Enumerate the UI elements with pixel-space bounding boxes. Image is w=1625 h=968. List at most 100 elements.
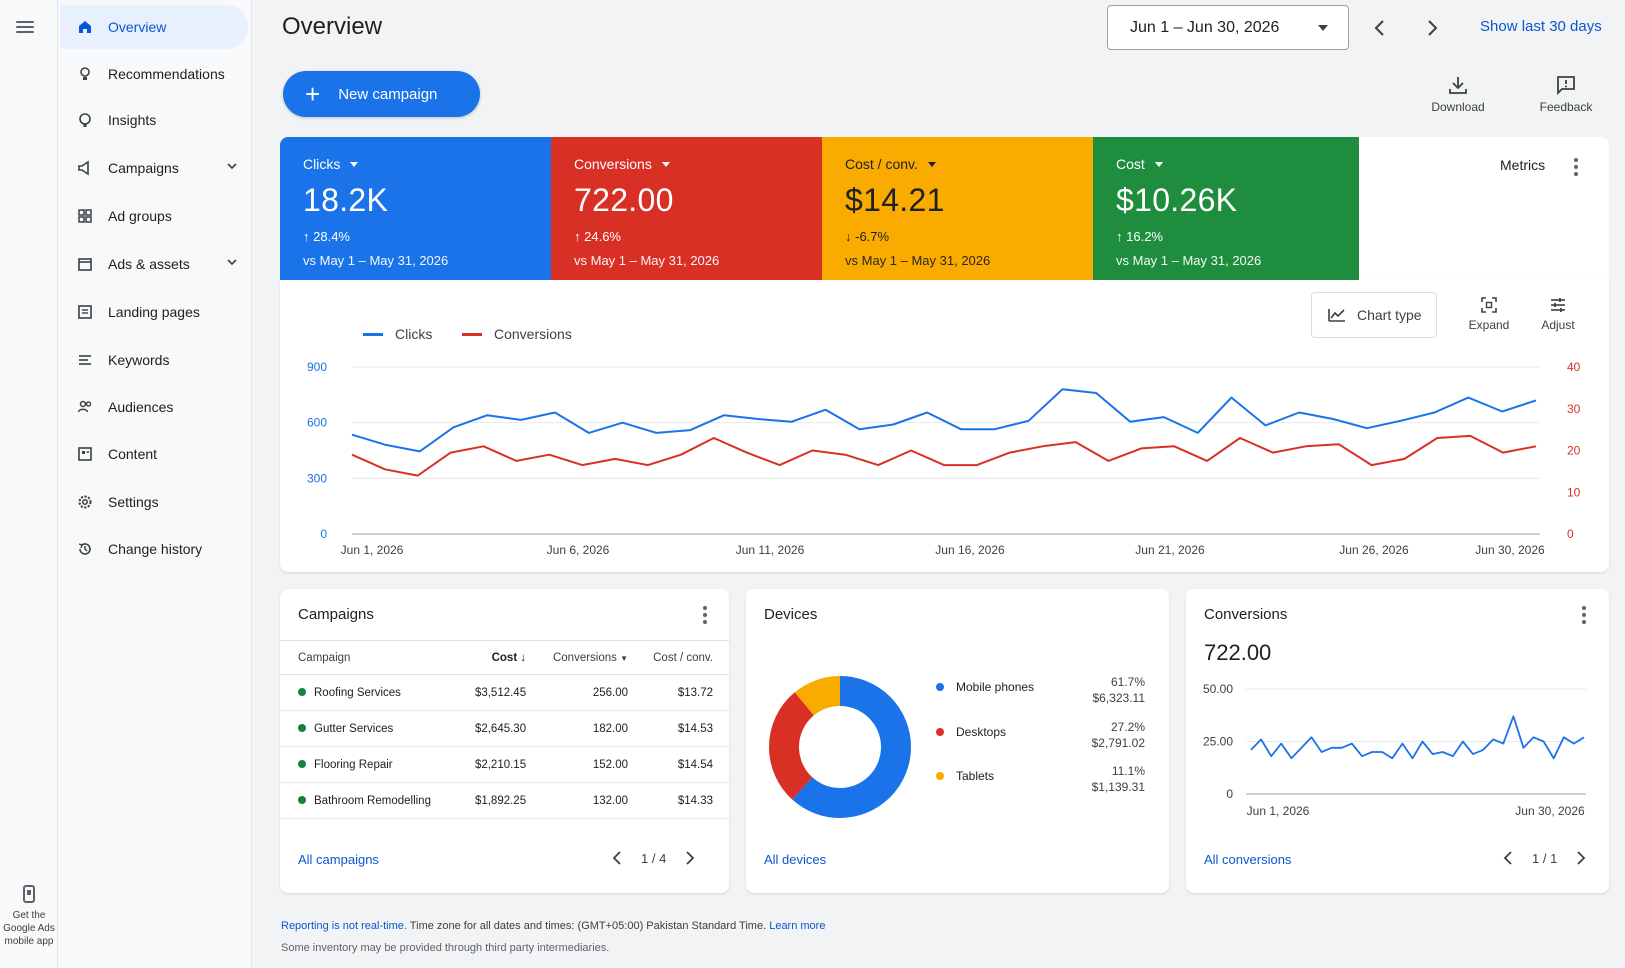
expand-icon <box>1481 297 1497 313</box>
chevron-right-icon[interactable] <box>680 848 700 868</box>
learn-more-link[interactable]: Learn more <box>769 920 825 932</box>
x-tick-label: Jun 16, 2026 <box>935 543 1005 557</box>
status-dot-icon <box>298 760 306 769</box>
y-left-tick-label: 900 <box>307 360 327 374</box>
chevron-left-icon[interactable] <box>607 848 627 868</box>
x-tick-label: Jun 21, 2026 <box>1135 543 1205 557</box>
status-dot-icon <box>298 796 306 805</box>
legend-dot <box>936 772 944 780</box>
campaign-name-cell[interactable]: Bathroom Remodelling <box>280 782 467 819</box>
line-chart-icon <box>1328 309 1345 322</box>
conversions-pager: 1 / 1 <box>1498 848 1591 868</box>
campaign-name: Flooring Repair <box>314 758 393 771</box>
caret-down-icon: ▼ <box>620 653 629 663</box>
conversions-cell: 152.00 <box>542 746 645 783</box>
device-item-mobile: Mobile phones <box>936 680 1034 694</box>
device-percent: 11.1% <box>1111 764 1145 778</box>
page-indicator: 1 / 4 <box>641 850 667 866</box>
series-line-conversions[interactable] <box>351 434 1537 477</box>
table-row[interactable]: Roofing Services $3,512.45 256.00 $13.72 <box>280 674 729 711</box>
y-right-tick-label: 10 <box>1567 485 1581 499</box>
page-indicator: 1 / 1 <box>1532 850 1558 866</box>
campaign-name-cell[interactable]: Roofing Services <box>280 674 467 711</box>
cost-per-conv-cell: $13.72 <box>644 674 729 711</box>
mobile-app-label-2: Google Ads <box>3 923 55 934</box>
footer-inventory-note: Some inventory may be provided through t… <box>281 942 610 954</box>
all-campaigns-link[interactable]: All campaigns <box>298 852 379 867</box>
conversions-cell: 182.00 <box>542 710 645 747</box>
campaign-name-cell[interactable]: Gutter Services <box>280 710 467 747</box>
column-header-cost-per-conv[interactable]: Cost / conv. <box>644 640 729 675</box>
device-values-mobile: 61.7% $6,323.11 <box>1093 674 1146 706</box>
legend-swatch <box>363 332 383 336</box>
campaigns-more-icon[interactable] <box>703 606 707 624</box>
legend-item-clicks[interactable]: Clicks <box>363 326 432 342</box>
device-percent: 61.7% <box>1110 675 1145 689</box>
device-values-desktop: 27.2% $2,791.02 <box>1092 719 1145 751</box>
card-title: Devices <box>764 606 818 623</box>
chevron-left-icon[interactable] <box>1498 848 1518 868</box>
chart-type-button[interactable]: Chart type <box>1311 292 1437 338</box>
campaigns-table: Campaign Cost ↓ Conversions ▼ Cost / con… <box>280 640 729 819</box>
timezone-text: Time zone for all dates and times: (GMT+… <box>406 920 770 932</box>
device-name: Desktops <box>956 725 1007 739</box>
conversions-card: Conversions 722.00 50.00 25.00 0 Jun 1, 202… <box>1186 589 1609 893</box>
cost-cell: $1,892.25 <box>466 782 543 819</box>
all-devices-link[interactable]: All devices <box>764 852 826 867</box>
status-dot-icon <box>298 688 306 697</box>
conversions-mini-chart: 50.00 25.00 0 Jun 1, 2026 Jun 30, 2026 <box>1203 682 1586 818</box>
cost-per-conv-cell: $14.33 <box>644 782 729 819</box>
y-tick-label: 0 <box>1226 787 1233 801</box>
cost-cell: $3,512.45 <box>466 674 543 711</box>
sort-arrow-down-icon: ↓ <box>520 651 527 664</box>
conversions-total: 722.00 <box>1204 640 1272 665</box>
reporting-not-real-time-link[interactable]: Reporting is not real-time. <box>281 920 407 932</box>
y-tick-label: 25.00 <box>1203 735 1233 749</box>
adjust-icon <box>1551 298 1565 312</box>
campaigns-card: Campaigns Campaign Cost ↓ Conversions ▼ … <box>280 589 729 893</box>
y-right-tick-label: 0 <box>1567 527 1574 541</box>
all-conversions-link[interactable]: All conversions <box>1204 852 1291 867</box>
legend-swatch <box>462 332 482 336</box>
y-tick-label: 50.00 <box>1203 682 1233 696</box>
x-tick-label: Jun 6, 2026 <box>547 543 610 557</box>
table-row[interactable]: Gutter Services $2,645.30 182.00 $14.53 <box>280 710 729 747</box>
x-tick-label: Jun 30, 2026 <box>1475 543 1545 557</box>
mobile-app-promo[interactable]: Get the Google Ads mobile app <box>0 885 58 948</box>
column-header-conversions[interactable]: Conversions ▼ <box>542 640 645 675</box>
adjust-label: Adjust <box>1541 318 1575 332</box>
conversions-cell: 132.00 <box>542 782 645 819</box>
column-header-cost[interactable]: Cost ↓ <box>466 640 543 675</box>
mobile-app-label-1: Get the <box>12 910 46 921</box>
devices-card: Devices Mobile phones 61.7% $6,323.11 Des… <box>746 589 1169 893</box>
column-header-label: Cost <box>491 651 518 664</box>
device-percent: 27.2% <box>1110 720 1145 734</box>
expand-label: Expand <box>1468 318 1510 332</box>
card-title: Conversions <box>1204 606 1288 623</box>
cost-cell: $2,210.15 <box>466 746 543 783</box>
table-row[interactable]: Bathroom Remodelling $1,892.25 132.00 $14.3… <box>280 782 729 819</box>
campaign-name-cell[interactable]: Flooring Repair <box>280 746 467 783</box>
adjust-button[interactable]: Adjust <box>1526 294 1590 332</box>
legend-item-conversions[interactable]: Conversions <box>462 326 572 342</box>
column-header-campaign[interactable]: Campaign <box>280 640 467 675</box>
x-tick-label: Jun 30, 2026 <box>1515 804 1585 818</box>
footer-reporting-note: Reporting is not real-time. Time zone fo… <box>281 920 825 932</box>
expand-button[interactable]: Expand <box>1457 294 1521 332</box>
card-title: Campaigns <box>298 606 374 623</box>
campaign-name: Roofing Services <box>314 686 401 699</box>
device-amount: $2,791.02 <box>1091 736 1145 750</box>
conversions-more-icon[interactable] <box>1582 606 1586 624</box>
cost-per-conv-cell: $14.54 <box>644 746 729 783</box>
conversions-series-line[interactable] <box>1250 715 1585 760</box>
device-item-tablet: Tablets <box>936 769 994 783</box>
series-line-clicks[interactable] <box>351 388 1537 453</box>
mobile-app-label-3: mobile app <box>4 936 54 947</box>
device-name: Mobile phones <box>956 680 1035 694</box>
device-name: Tablets <box>956 769 995 783</box>
device-amount: $1,139.31 <box>1091 780 1145 794</box>
chevron-right-icon[interactable] <box>1571 848 1591 868</box>
y-left-tick-label: 600 <box>307 416 327 430</box>
phone-icon <box>23 885 35 903</box>
table-row[interactable]: Flooring Repair $2,210.15 152.00 $14.54 <box>280 746 729 783</box>
